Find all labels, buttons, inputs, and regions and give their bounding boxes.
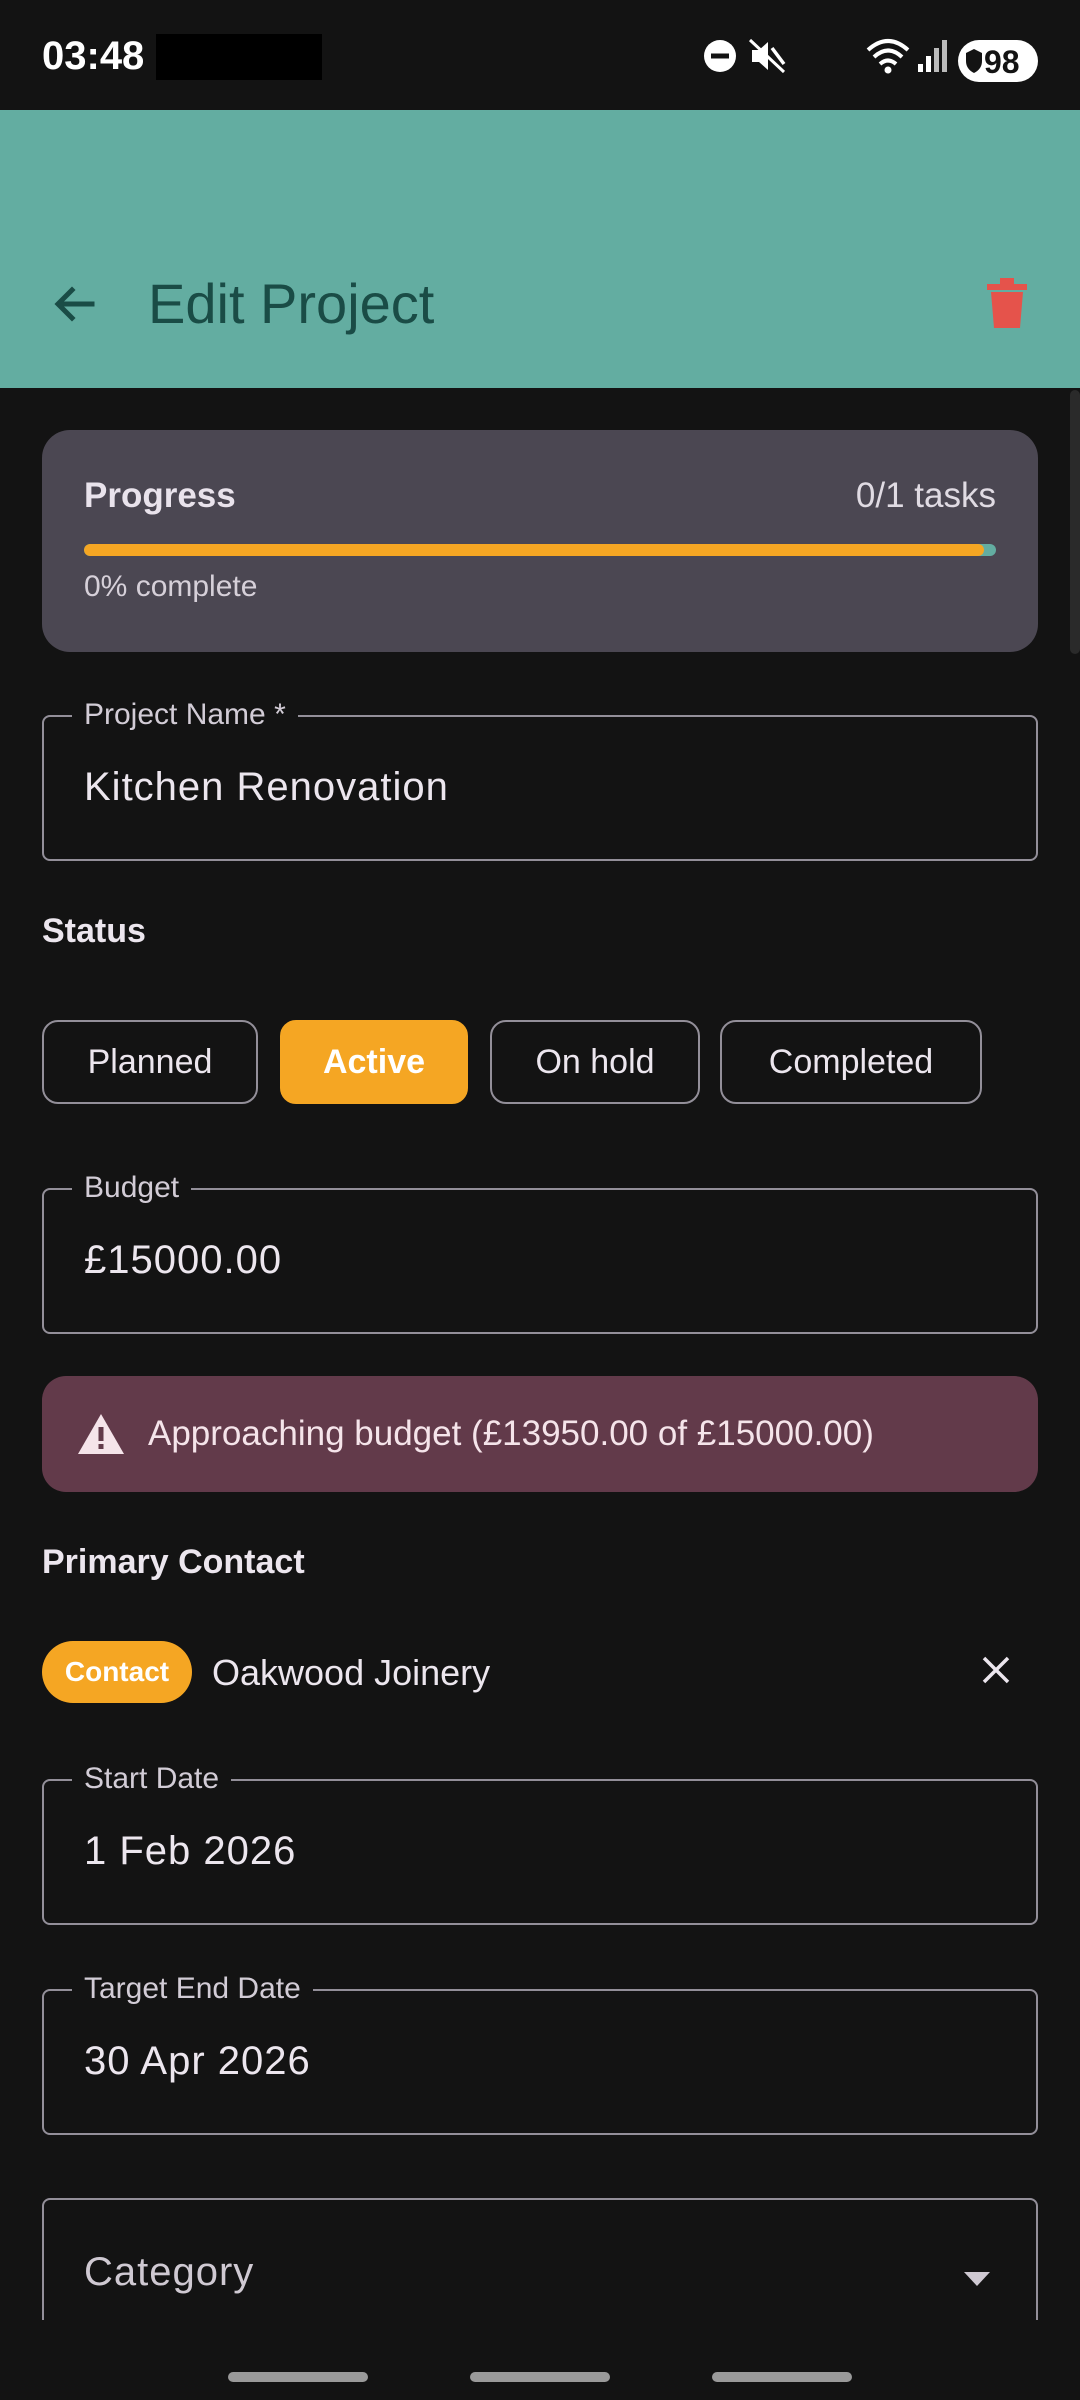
contact-name[interactable]: Oakwood Joinery: [212, 1652, 490, 1694]
target-end-date-value: 30 Apr 2026: [84, 2039, 311, 2083]
category-label: Category: [84, 2250, 255, 2294]
target-end-date-label: Target End Date: [72, 1969, 313, 2009]
status-time: 03:48: [42, 34, 145, 78]
edit-project-screen: 03:48 98 Edit Project Progress 0/1 tasks…: [0, 0, 1080, 2400]
status-title: Status: [42, 912, 146, 950]
progress-percent: 0% complete: [84, 570, 258, 603]
signal-icon: [916, 38, 948, 79]
nav-handle-right[interactable]: [712, 2372, 852, 2382]
start-date-value: 1 Feb 2026: [84, 1829, 297, 1873]
start-date-field[interactable]: Start Date 1 Feb 2026: [42, 1759, 1038, 1925]
page-title: Edit Project: [148, 272, 435, 335]
budget-warning-banner: Approaching budget (£13950.00 of £15000.…: [42, 1376, 1038, 1492]
arrow-back-icon: [54, 286, 95, 322]
status-chip-on-hold[interactable]: On hold: [490, 1020, 700, 1104]
progress-card: Progress 0/1 tasks 0% complete: [42, 430, 1038, 652]
status-bar: 03:48 98: [0, 0, 1080, 110]
nav-handle-center[interactable]: [470, 2372, 610, 2382]
project-name-value: Kitchen Renovation: [84, 765, 449, 809]
budget-field[interactable]: Budget £15000.00: [42, 1168, 1038, 1334]
trash-icon: [987, 278, 1027, 328]
progress-bar-fill: [84, 544, 984, 556]
delete-button[interactable]: [972, 268, 1042, 338]
project-name-label: Project Name *: [72, 695, 298, 735]
dnd-icon: [702, 38, 738, 79]
warning-icon: [76, 1412, 126, 1461]
mute-icon: [748, 38, 788, 79]
primary-contact-title: Primary Contact: [42, 1543, 305, 1581]
status-chip-planned[interactable]: Planned: [42, 1020, 258, 1104]
scrollbar[interactable]: [1070, 390, 1080, 654]
navigation-bar: [0, 2320, 1080, 2400]
target-end-date-field[interactable]: Target End Date 30 Apr 2026: [42, 1969, 1038, 2135]
close-icon: [982, 1656, 1010, 1684]
wifi-icon: [866, 38, 910, 79]
nav-handle-left[interactable]: [228, 2372, 368, 2382]
clear-contact-button[interactable]: [970, 1644, 1022, 1696]
contact-badge: Contact: [42, 1641, 192, 1703]
progress-task-count: 0/1 tasks: [855, 476, 996, 515]
project-name-field[interactable]: Project Name * Kitchen Renovation: [42, 695, 1038, 861]
progress-bar: [84, 544, 996, 556]
budget-value: £15000.00: [84, 1238, 283, 1282]
app-bar: Edit Project: [0, 110, 1080, 388]
start-date-label: Start Date: [72, 1759, 232, 1799]
status-chip-active[interactable]: Active: [280, 1020, 468, 1104]
battery-icon: 98: [958, 40, 1038, 82]
budget-label: Budget: [72, 1168, 192, 1208]
back-button[interactable]: [40, 270, 108, 338]
progress-label: Progress: [84, 476, 236, 515]
redacted-area: [156, 34, 322, 80]
status-chip-completed[interactable]: Completed: [720, 1020, 982, 1104]
budget-warning-text: Approaching budget (£13950.00 of £15000.…: [148, 1414, 874, 1453]
battery-level: 98: [984, 44, 1020, 80]
dropdown-caret-icon: [962, 2270, 992, 2293]
